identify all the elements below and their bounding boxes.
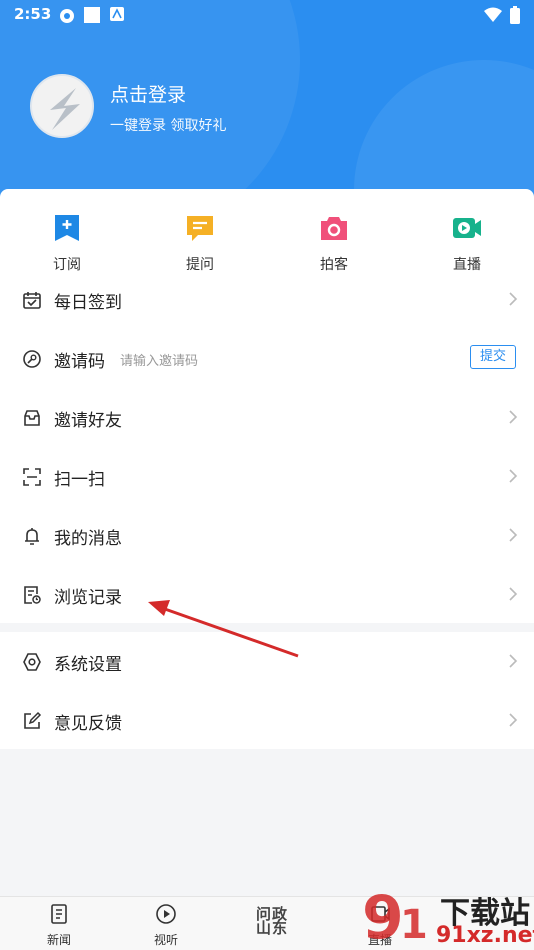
chevron-right-icon <box>509 528 518 542</box>
login-title[interactable]: 点击登录 <box>110 80 186 107</box>
camera-icon <box>321 217 347 240</box>
wifi-icon <box>484 7 502 22</box>
tab-media[interactable]: 视听 <box>131 903 201 948</box>
status-bar: 2:53 <box>0 0 534 30</box>
menu-checkin[interactable]: 每日签到 <box>0 270 534 328</box>
sync-icon <box>60 9 74 23</box>
quick-subscribe[interactable]: 订阅 <box>27 212 107 274</box>
battery-icon <box>510 6 520 24</box>
status-time: 2:53 <box>14 5 52 23</box>
chevron-right-icon <box>509 587 518 601</box>
svg-text:9: 9 <box>362 883 404 950</box>
watermark-url: 91xz.net <box>436 923 534 948</box>
invite-code-input[interactable]: 请输入邀请码 <box>120 350 198 369</box>
edit-icon <box>24 711 42 729</box>
menu-invite-friends[interactable]: 邀请好友 <box>0 388 534 446</box>
quick-live[interactable]: 直播 <box>427 212 507 274</box>
mail-icon <box>24 410 40 426</box>
calendar-icon <box>23 292 41 309</box>
history-icon <box>24 586 41 604</box>
square-notification-icon <box>84 7 100 23</box>
menu-messages[interactable]: 我的消息 <box>0 506 534 564</box>
chevron-right-icon <box>509 654 518 668</box>
avatar[interactable] <box>30 74 94 138</box>
settings-icon <box>23 653 41 671</box>
quick-question[interactable]: 提问 <box>160 212 240 274</box>
chevron-right-icon <box>509 469 518 483</box>
tab-news[interactable]: 新闻 <box>24 903 94 948</box>
menu-scan[interactable]: 扫一扫 <box>0 447 534 505</box>
news-icon <box>51 904 67 924</box>
bell-icon <box>25 528 39 545</box>
question-icon <box>187 216 213 241</box>
scan-icon <box>23 468 41 486</box>
chevron-right-icon <box>509 410 518 424</box>
chevron-right-icon <box>509 713 518 727</box>
play-icon <box>156 904 176 924</box>
tab-brand-logo[interactable]: 问政山东 <box>250 907 294 936</box>
font-notification-icon <box>110 7 124 21</box>
svg-text:1: 1 <box>400 902 428 948</box>
menu-invite-code: 邀请码 请输入邀请码 提交 <box>0 329 534 387</box>
quick-actions: 订阅 提问 拍客 直播 <box>0 200 534 280</box>
live-icon <box>453 218 481 238</box>
menu-feedback[interactable]: 意见反馈 <box>0 691 534 749</box>
login-subtitle: 一键登录 领取好礼 <box>110 118 227 134</box>
subscribe-icon <box>55 215 79 241</box>
key-icon <box>23 350 41 368</box>
chevron-right-icon <box>509 292 518 306</box>
header-decoration <box>354 60 534 210</box>
quick-camera[interactable]: 拍客 <box>294 212 374 274</box>
annotation-arrow <box>148 600 299 658</box>
submit-button[interactable]: 提交 <box>470 345 516 369</box>
